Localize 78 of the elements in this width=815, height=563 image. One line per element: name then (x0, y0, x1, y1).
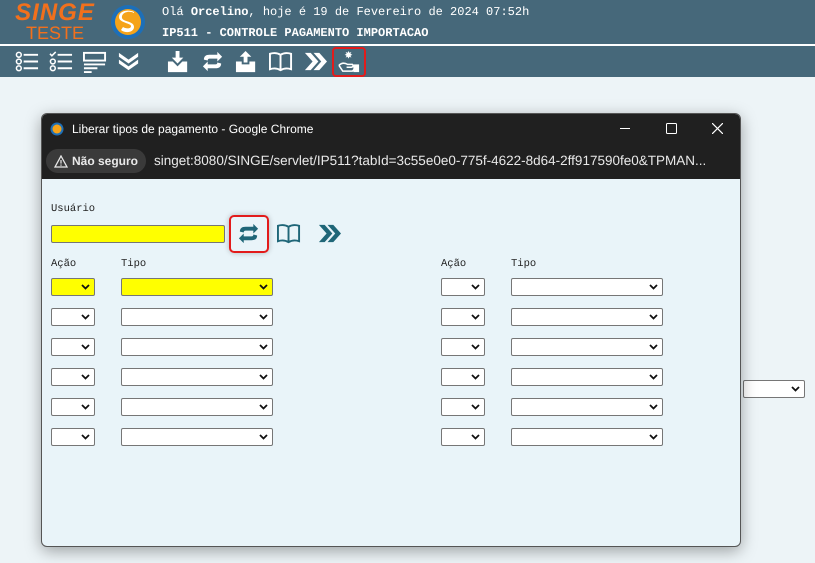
type-select[interactable] (121, 308, 273, 326)
action-select[interactable] (441, 278, 485, 296)
caret-icon (471, 404, 480, 410)
caret-icon (259, 284, 268, 290)
caret-icon (471, 434, 480, 440)
caret-icon (81, 404, 90, 410)
select-field[interactable] (743, 380, 805, 398)
type-select[interactable] (511, 308, 663, 326)
caret-icon (791, 386, 800, 392)
caret-icon (471, 284, 480, 290)
tool-button[interactable] (229, 215, 269, 253)
caret-icon (649, 404, 658, 410)
action-select[interactable] (51, 338, 95, 356)
caret-icon (81, 374, 90, 380)
caret-icon (649, 314, 658, 320)
type-select[interactable] (121, 398, 273, 416)
book-icon (269, 50, 293, 74)
caret-icon (259, 314, 268, 320)
action-select[interactable] (441, 398, 485, 416)
toolbar-button[interactable] (332, 46, 366, 76)
action-select[interactable] (51, 368, 95, 386)
action-select[interactable] (441, 308, 485, 326)
column-label: Tipo (511, 257, 536, 272)
caret-icon (259, 374, 268, 380)
column-label: Tipo (121, 257, 146, 272)
action-select[interactable] (51, 278, 95, 296)
hand-icon (337, 50, 361, 74)
action-select[interactable] (441, 368, 485, 386)
logo-icon (110, 4, 146, 40)
action-select[interactable] (441, 428, 485, 446)
url-text: singet:8080/SINGE/servlet/IP511?tabId=3c55e0e0-775f-4622-8d64-2ff917590fe0&TPMAN... (154, 152, 706, 170)
column-label: Ação (51, 257, 78, 272)
maximize-icon (666, 123, 676, 134)
type-select[interactable] (511, 428, 663, 446)
caret-icon (81, 344, 90, 350)
type-select[interactable] (121, 278, 273, 296)
caret-icon (259, 344, 268, 350)
type-select[interactable] (511, 398, 663, 416)
type-select[interactable] (511, 278, 663, 296)
window-title: Liberar tipos de pagamento - Google Chrome (72, 120, 314, 138)
caret-icon (81, 284, 90, 290)
caret-icon (259, 434, 268, 440)
caret-icon (471, 314, 480, 320)
logo-title: SINGE (15, 2, 95, 24)
action-select[interactable] (441, 338, 485, 356)
browser-logo-icon (50, 122, 64, 136)
greeting-text: Olá Orcelino, hoje é 19 de Fevereiro de 2024 07:52h (162, 4, 530, 20)
program-title: IP511 - CONTROLE PAGAMENTO IMPORTACAO (162, 24, 430, 42)
user-field[interactable] (51, 225, 225, 243)
caret-icon (649, 434, 658, 440)
list-icon (15, 50, 39, 74)
caret-icon (81, 434, 90, 440)
type-select[interactable] (511, 368, 663, 386)
type-select[interactable] (121, 338, 273, 356)
action-select[interactable] (51, 398, 95, 416)
close-icon (712, 123, 722, 134)
action-select[interactable] (51, 308, 95, 326)
caret-icon (259, 404, 268, 410)
security-chip[interactable]: Não seguro (46, 149, 146, 173)
type-select[interactable] (511, 338, 663, 356)
type-select[interactable] (121, 428, 273, 446)
book-icon (277, 222, 301, 246)
warning-icon (54, 154, 68, 168)
logo-subtitle: TESTE (26, 24, 84, 42)
action-select[interactable] (51, 428, 95, 446)
column-label: Ação (441, 257, 468, 272)
minimize-icon (620, 128, 630, 130)
field-label: Usuário (51, 202, 96, 217)
form-icon (83, 50, 107, 74)
caret-icon (649, 344, 658, 350)
caret-icon (471, 344, 480, 350)
swap-icon (201, 50, 225, 74)
caret-icon (81, 314, 90, 320)
caret-icon (471, 374, 480, 380)
caret-icon (649, 284, 658, 290)
caret-icon (649, 374, 658, 380)
type-select[interactable] (121, 368, 273, 386)
checklist-icon (49, 50, 73, 74)
